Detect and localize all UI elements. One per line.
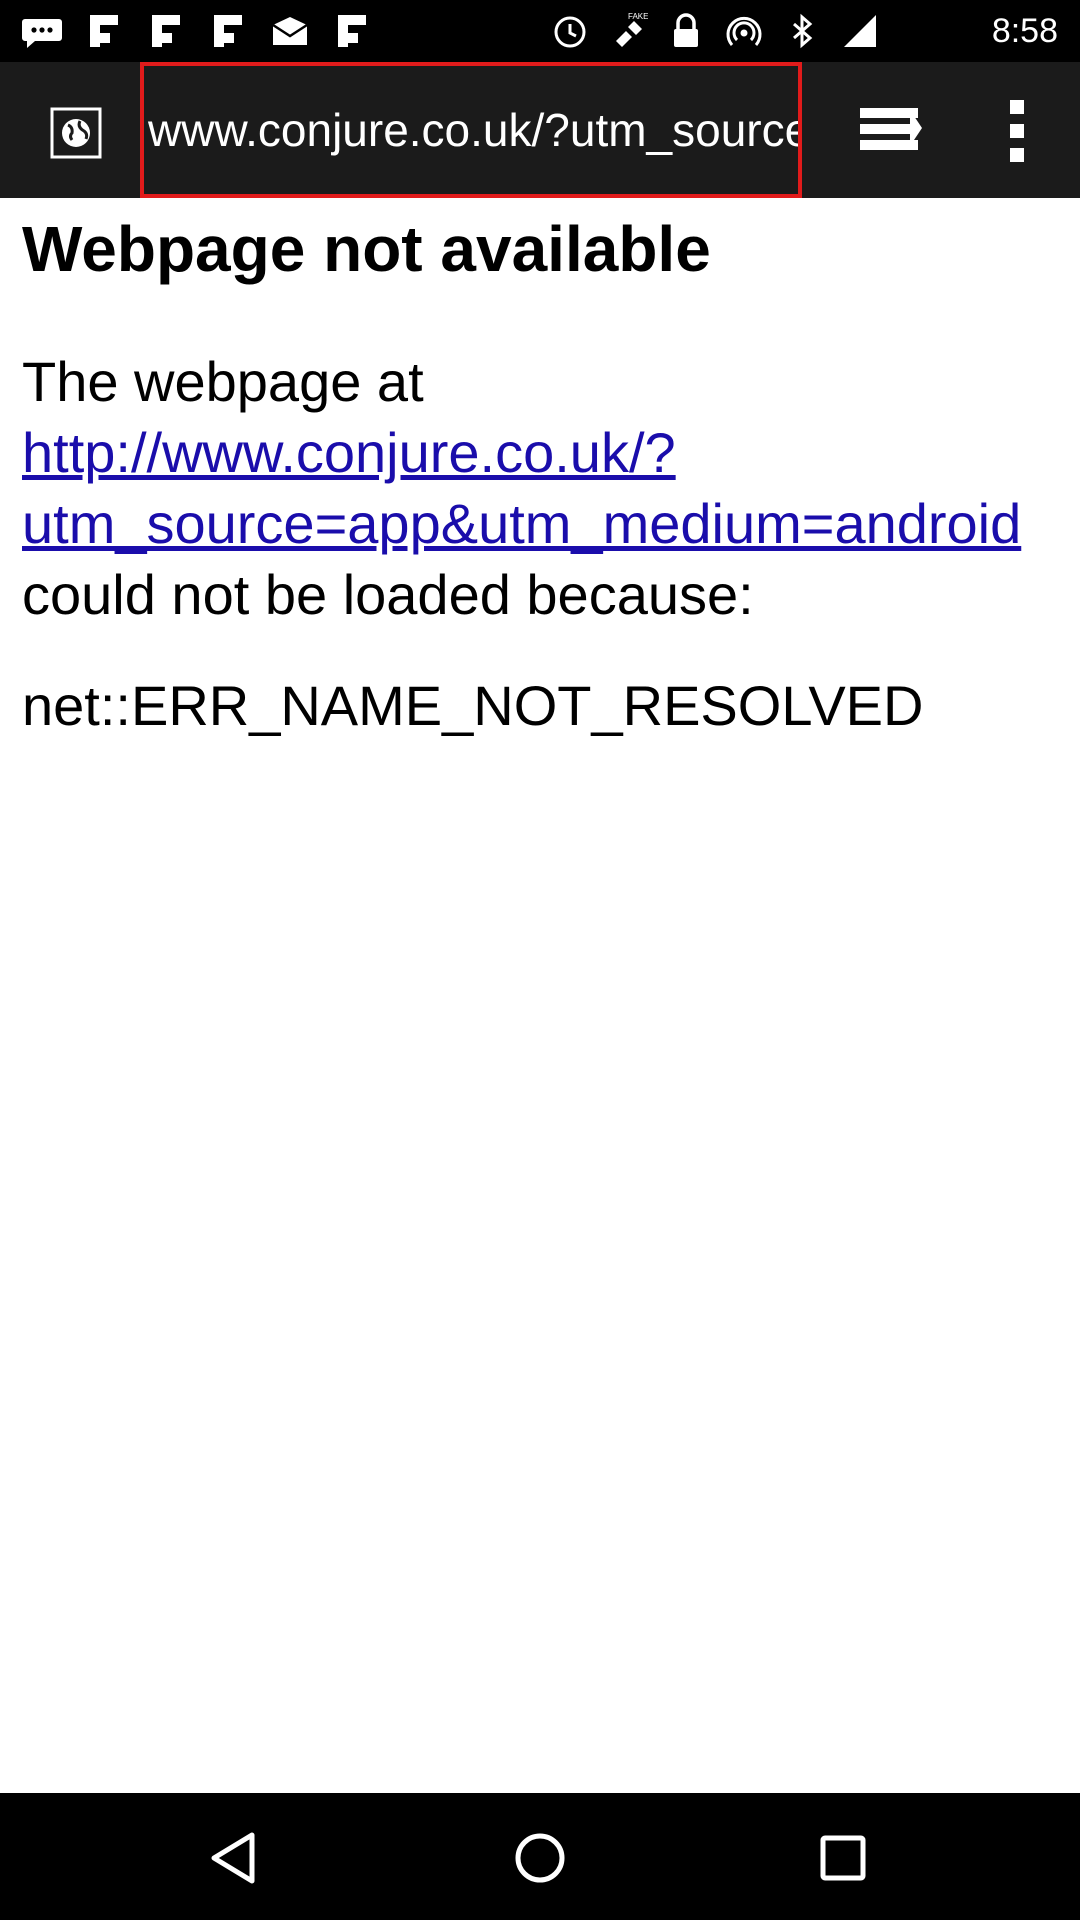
flipboard-icon xyxy=(152,15,180,47)
flipboard-icon xyxy=(338,15,366,47)
email-icon xyxy=(272,17,308,45)
error-code: net::ERR_NAME_NOT_RESOLVED xyxy=(22,674,924,737)
svg-text:FAKE: FAKE xyxy=(628,12,648,21)
back-icon[interactable] xyxy=(200,1823,270,1893)
status-bar: FAKE 8:58 xyxy=(0,0,1080,62)
intro-text: The webpage at xyxy=(22,350,424,413)
alarm-icon xyxy=(554,16,586,48)
page-title: Webpage not available xyxy=(22,213,711,285)
bluetooth-icon xyxy=(793,13,813,49)
recent-apps-icon[interactable] xyxy=(808,1823,878,1893)
flipboard-icon xyxy=(214,15,242,47)
failed-url-link-line2[interactable]: utm_source=app&utm_medium=android xyxy=(22,488,1021,559)
fake-gps-icon: FAKE xyxy=(616,12,648,47)
reason-text: could not be loaded because: xyxy=(22,563,754,626)
browser-toolbar: www.conjure.co.uk/?utm_source=app&utm_me… xyxy=(0,62,1080,198)
overflow-menu-icon[interactable] xyxy=(1000,98,1034,164)
error-message: The webpage at http://www.conjure.co.uk/… xyxy=(22,346,1021,630)
notification-icons xyxy=(22,10,372,52)
page-content: Webpage not available The webpage at htt… xyxy=(0,198,1080,1793)
signal-icon xyxy=(844,15,876,47)
hotspot-icon xyxy=(726,16,762,46)
flipboard-icon xyxy=(90,15,118,47)
system-icons: FAKE xyxy=(550,10,880,52)
status-clock: 8:58 xyxy=(991,12,1058,50)
lock-icon xyxy=(674,13,698,47)
home-icon[interactable] xyxy=(505,1823,575,1893)
site-info-globe-icon[interactable] xyxy=(50,107,102,159)
failed-url-link-line1[interactable]: http://www.conjure.co.uk/? xyxy=(22,417,1021,488)
url-text: www.conjure.co.uk/?utm_source=app&utm_me… xyxy=(148,104,798,156)
navigation-bar xyxy=(0,1793,1080,1920)
tabs-icon[interactable] xyxy=(858,102,924,162)
url-bar[interactable]: www.conjure.co.uk/?utm_source=app&utm_me… xyxy=(140,62,802,198)
messages-icon xyxy=(22,19,62,48)
